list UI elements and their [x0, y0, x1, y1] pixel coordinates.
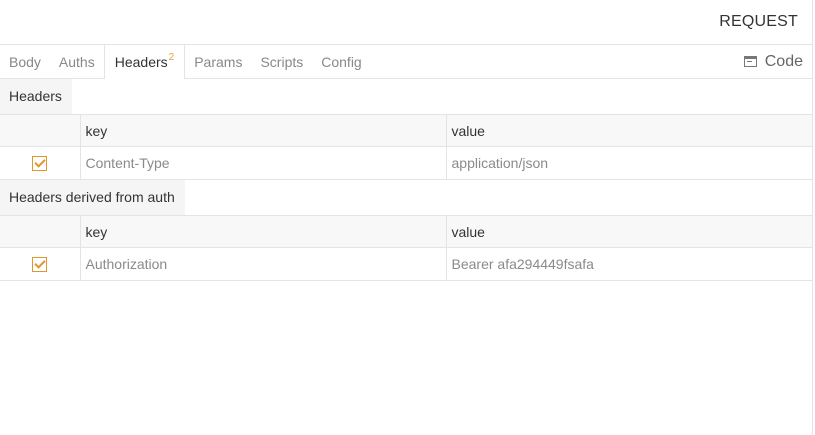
headers-table: key value Content-Type application/json [0, 114, 813, 180]
headers-section-title: Headers [0, 79, 72, 114]
tab-config-label: Config [321, 53, 362, 70]
table-row: Content-Type application/json [0, 146, 813, 180]
tab-scripts-label: Scripts [260, 53, 304, 70]
header-key-cell[interactable]: Content-Type [79, 146, 447, 180]
row-enabled-cell [0, 146, 81, 180]
code-window-icon [743, 56, 757, 67]
tab-auths-label: Auths [58, 53, 95, 70]
code-button-label: Code [764, 52, 803, 70]
tab-params[interactable]: Params [185, 45, 251, 78]
row-enabled-checkbox[interactable] [32, 257, 48, 273]
derived-table-header-row: key value [0, 215, 813, 248]
request-panel: REQUEST Body Auths Headers 2 Params Scrip… [0, 0, 813, 435]
value-column-header: value [445, 114, 813, 147]
derived-section-header: Headers derived from auth [0, 180, 812, 215]
tab-body-label: Body [9, 53, 41, 70]
value-column-header: value [445, 215, 813, 248]
tab-body[interactable]: Body [0, 45, 50, 78]
code-button[interactable]: Code [743, 45, 803, 78]
request-title: REQUEST [719, 13, 798, 30]
row-enabled-cell [0, 247, 81, 281]
tab-auths[interactable]: Auths [50, 45, 104, 78]
checkbox-column-header [0, 114, 81, 147]
tab-headers-label: Headers [114, 54, 168, 70]
derived-section-title: Headers derived from auth [0, 180, 185, 215]
tab-headers-count-badge: 2 [168, 51, 175, 63]
request-header: REQUEST [0, 0, 812, 45]
request-tabs: Body Auths Headers 2 Params Scripts Confi… [0, 45, 812, 79]
tab-scripts[interactable]: Scripts [251, 45, 312, 78]
headers-table-header-row: key value [0, 114, 813, 147]
tab-headers[interactable]: Headers 2 [103, 45, 186, 79]
table-row: Authorization Bearer afa294449fsafa [0, 247, 813, 281]
tab-params-label: Params [194, 53, 243, 70]
header-value-cell[interactable]: application/json [445, 146, 813, 180]
header-key-cell: Authorization [79, 247, 447, 281]
checkbox-column-header [0, 215, 81, 248]
row-enabled-checkbox[interactable] [32, 156, 48, 172]
tab-config[interactable]: Config [312, 45, 370, 78]
key-column-header: key [79, 114, 447, 147]
headers-section-header: Headers [0, 79, 812, 114]
key-column-header: key [79, 215, 447, 248]
header-value-cell: Bearer afa294449fsafa [445, 247, 813, 281]
derived-headers-table: key value Authorization Bearer afa294449… [0, 215, 813, 281]
